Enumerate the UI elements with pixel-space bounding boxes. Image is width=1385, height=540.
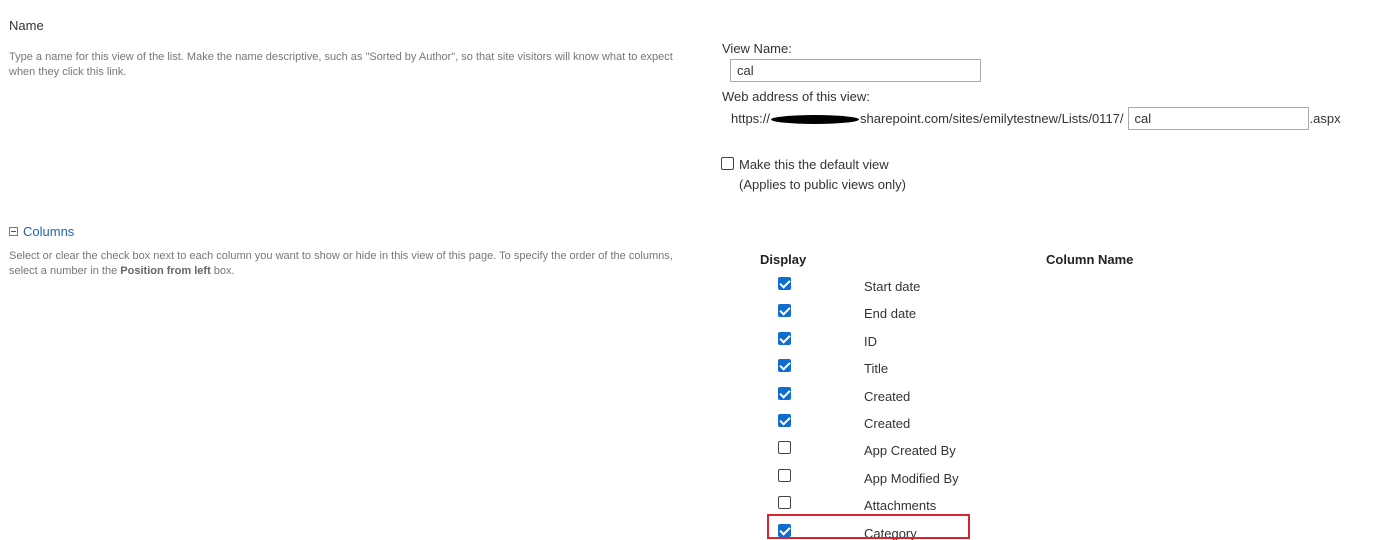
display-checkbox[interactable] (778, 496, 791, 509)
columns-section-title[interactable]: Columns (23, 224, 74, 239)
column-name: Attachments (864, 498, 937, 513)
column-name: Created (864, 389, 911, 404)
column-name: App Created By (864, 443, 956, 458)
edit-view-page: Name Type a name for this view of the li… (0, 0, 1385, 540)
url-suffix: .aspx (1309, 110, 1341, 126)
url-prefix: https:// (731, 110, 771, 126)
column-name: App Modified By (864, 471, 959, 486)
display-checkbox[interactable] (778, 359, 791, 372)
columns-desc-bold: Position from left (120, 265, 211, 277)
display-checkbox[interactable] (778, 469, 791, 482)
name-section-title: Name (9, 18, 44, 33)
display-checkbox[interactable] (778, 387, 791, 400)
column-name: ID (864, 334, 877, 349)
default-view-note: (Applies to public views only) (739, 177, 906, 192)
display-checkbox[interactable] (778, 304, 791, 317)
highlight-box (767, 514, 970, 539)
columns-section-toggle[interactable]: Columns (9, 224, 74, 239)
display-column-header: Display (760, 252, 807, 267)
default-view-label: Make this the default view (739, 157, 889, 172)
collapse-minus-icon[interactable] (9, 227, 18, 236)
columns-desc-part1: Select or clear the check box next to ea… (9, 250, 673, 277)
default-view-checkbox[interactable] (721, 157, 734, 170)
column-name: Start date (864, 279, 921, 294)
redacted-tenant (771, 114, 860, 124)
column-name: Title (864, 361, 889, 376)
column-name-header: Column Name (1046, 252, 1134, 267)
column-name: End date (864, 306, 917, 321)
display-checkbox[interactable] (778, 332, 791, 345)
display-checkbox[interactable] (778, 441, 791, 454)
display-checkbox[interactable] (778, 414, 791, 427)
url-path: sharepoint.com/sites/emilytestnew/Lists/… (860, 110, 1124, 126)
view-name-input[interactable] (730, 59, 981, 82)
columns-desc-part2: box. (210, 265, 235, 277)
web-address-input[interactable] (1127, 106, 1309, 130)
web-address-label: Web address of this view: (722, 89, 870, 104)
view-name-label: View Name: (722, 41, 792, 56)
columns-section-description: Select or clear the check box next to ea… (9, 249, 684, 279)
column-name: Created (864, 416, 911, 431)
web-address-row: https:// sharepoint.com/sites/emilytestn… (731, 106, 1341, 130)
name-section-description: Type a name for this view of the list. M… (9, 51, 673, 78)
display-checkbox[interactable] (778, 277, 791, 290)
